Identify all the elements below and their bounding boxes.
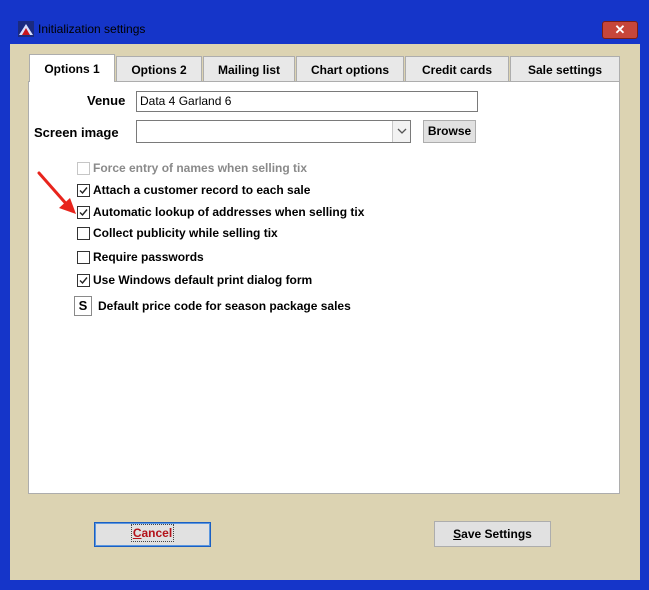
checkbox-checked[interactable] [77, 274, 90, 287]
window-frame: Initialization settings ✕ Options 1 Opti… [0, 0, 649, 590]
title-bar[interactable]: Initialization settings ✕ [0, 0, 649, 44]
screen-image-label: Screen image [34, 125, 119, 140]
tab-options-1[interactable]: Options 1 [29, 54, 115, 82]
checkbox-checked[interactable] [77, 206, 90, 219]
checkmark-icon [79, 187, 88, 195]
save-settings-button[interactable]: Save Settings [434, 521, 551, 547]
checkbox-checked[interactable] [77, 184, 90, 197]
save-settings-label: Save Settings [453, 527, 532, 541]
checkmark-icon [79, 209, 88, 217]
tab-sale-settings[interactable]: Sale settings [510, 56, 620, 82]
checkbox[interactable] [77, 227, 90, 240]
checkmark-icon [79, 277, 88, 285]
tab-credit-cards[interactable]: Credit cards [405, 56, 509, 82]
price-code-input[interactable]: S [74, 296, 92, 316]
close-icon: ✕ [614, 22, 626, 37]
app-icon [18, 21, 34, 37]
tab-chart-options[interactable]: Chart options [296, 56, 404, 82]
venue-label: Venue [87, 93, 126, 108]
venue-input[interactable]: Data 4 Garland 6 [136, 91, 478, 112]
dropdown-arrow[interactable] [392, 121, 410, 142]
red-arrow-icon [37, 171, 76, 214]
cancel-button[interactable]: Cancel [94, 522, 211, 547]
tab-options-2[interactable]: Options 2 [116, 56, 202, 82]
price-code-label: Default price code for season package sa… [98, 299, 351, 313]
close-button[interactable]: ✕ [602, 21, 638, 39]
chevron-down-icon [397, 128, 407, 134]
screen-image-select[interactable] [136, 120, 411, 143]
browse-button[interactable]: Browse [423, 120, 476, 143]
checkbox[interactable] [77, 162, 90, 175]
cancel-button-label: Cancel [130, 524, 175, 542]
tab-mailing-list[interactable]: Mailing list [203, 56, 295, 82]
checkbox[interactable] [77, 251, 90, 264]
window-title: Initialization settings [38, 22, 146, 36]
